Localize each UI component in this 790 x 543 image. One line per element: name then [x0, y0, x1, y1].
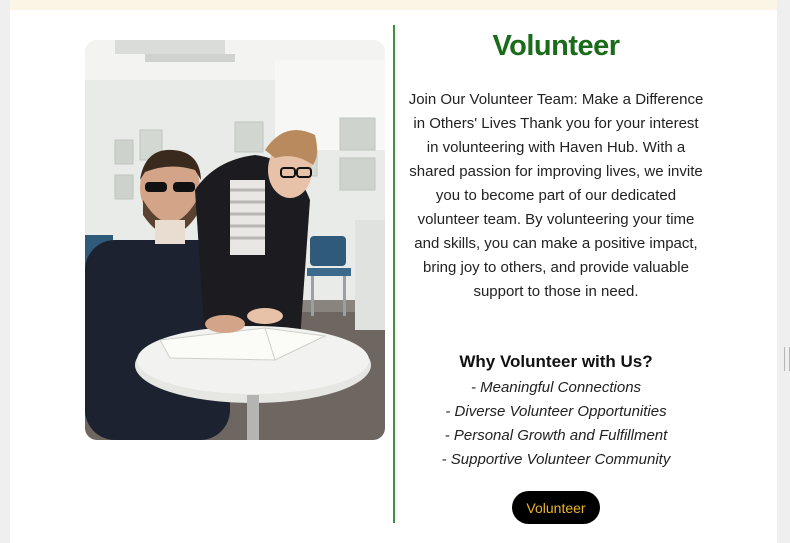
- benefit-item: - Personal Growth and Fulfillment: [444, 427, 668, 444]
- resize-handle-icon[interactable]: [784, 347, 790, 371]
- volunteer-photo: [85, 40, 385, 440]
- header-band: [10, 0, 777, 10]
- benefit-item: - Supportive Volunteer Community: [441, 451, 671, 468]
- benefit-item: - Diverse Volunteer Opportunities: [445, 403, 667, 420]
- benefit-item: - Meaningful Connections: [470, 379, 642, 396]
- section-title: Volunteer: [492, 30, 620, 62]
- volunteer-button[interactable]: Volunteer: [512, 491, 600, 524]
- benefits-list: - Meaningful Connections - Diverse Volun…: [408, 376, 704, 472]
- why-volunteer-heading: Why Volunteer with Us?: [459, 352, 653, 371]
- intro-paragraph: Join Our Volunteer Team: Make a Differen…: [408, 91, 704, 300]
- volunteer-section: Volunteer Join Our Volunteer Team: Make …: [10, 0, 777, 543]
- vertical-divider: [393, 25, 395, 523]
